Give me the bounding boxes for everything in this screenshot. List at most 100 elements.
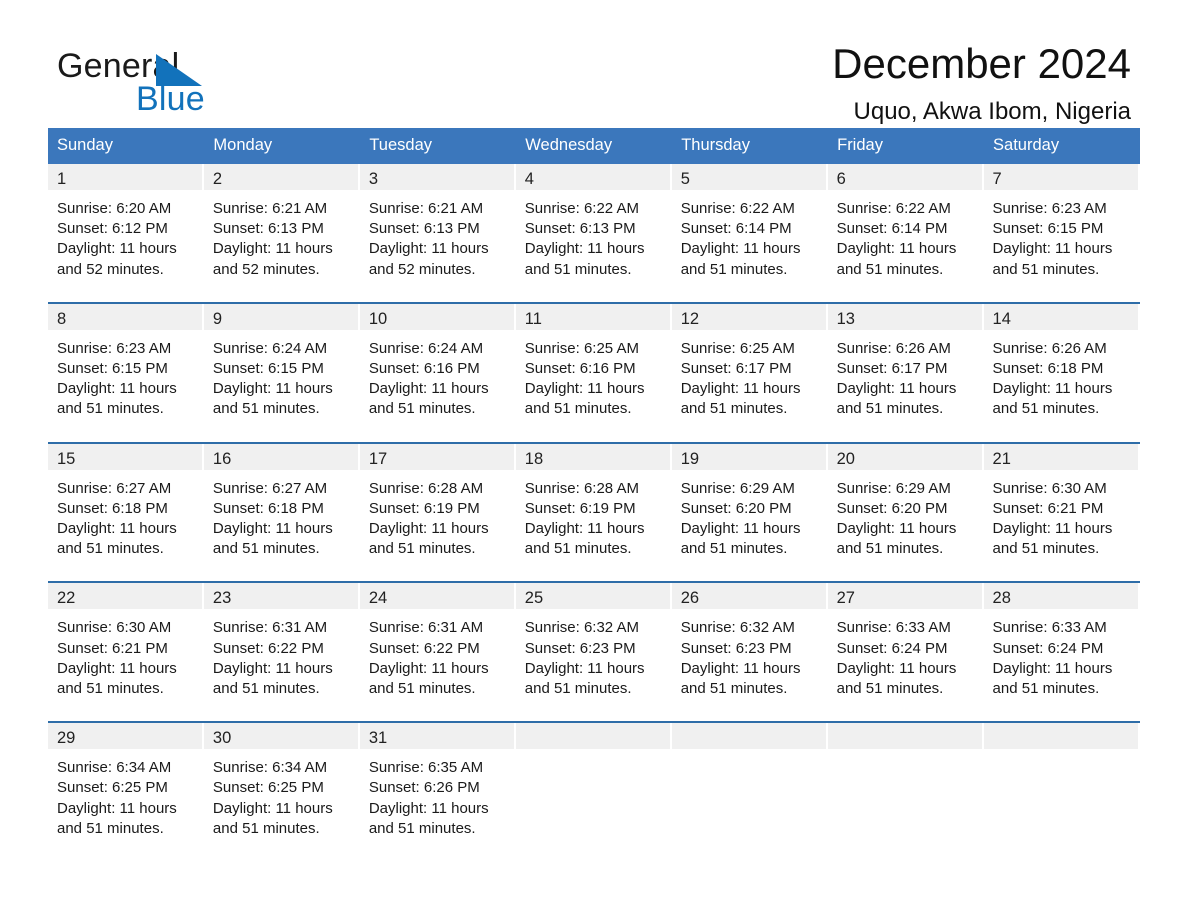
calendar-day-cell[interactable]: 2 Sunrise: 6:21 AM Sunset: 6:13 PM Daylight… xyxy=(203,164,360,286)
sunrise-text: Sunrise: 6:29 AM xyxy=(680,479,795,497)
daylight-text: Daylight: 11 hours and 51 minutes. xyxy=(524,380,645,418)
sunrise-text: Sunrise: 6:30 AM xyxy=(57,619,172,637)
brand-logo[interactable]: General Blue xyxy=(57,47,317,118)
day-number: 31 xyxy=(359,723,516,750)
calendar-day-cell[interactable]: 17 Sunrise: 6:28 AM Sunset: 6:19 PM Dayligh… xyxy=(359,441,516,566)
daylight-text: Daylight: 11 hours and 51 minutes. xyxy=(680,240,801,278)
sunrise-text: Sunrise: 6:31 AM xyxy=(368,619,484,637)
calendar-day-cell[interactable]: 7 Sunrise: 6:23 AM Sunset: 6:15 PM Daylight… xyxy=(983,164,1140,286)
calendar-day-cell[interactable]: 8 Sunrise: 6:23 AM Sunset: 6:15 PM Daylight… xyxy=(48,301,204,426)
sunset-text: Sunset: 6:24 PM xyxy=(836,639,948,657)
calendar-day-cell[interactable]: 30 Sunrise: 6:34 AM Sunset: 6:25 PM Dayligh… xyxy=(203,721,360,846)
daylight-text: Daylight: 11 hours and 51 minutes. xyxy=(680,520,801,558)
calendar-day-cell[interactable]: 13 Sunrise: 6:26 AM Sunset: 6:17 PM Dayligh… xyxy=(827,301,984,426)
week-spacer xyxy=(48,285,1140,303)
calendar-day-cell[interactable]: 9 Sunrise: 6:24 AM Sunset: 6:15 PM Daylight… xyxy=(203,301,360,426)
calendar-day-cell[interactable]: 10 Sunrise: 6:24 AM Sunset: 6:16 PM Dayligh… xyxy=(359,301,516,426)
calendar-day-cell[interactable]: 23 Sunrise: 6:31 AM Sunset: 6:22 PM Dayligh… xyxy=(203,581,360,706)
daylight-text: Daylight: 11 hours and 51 minutes. xyxy=(57,520,177,558)
daylight-text: Daylight: 11 hours and 51 minutes. xyxy=(57,380,177,418)
calendar-day-cell[interactable]: 1 Sunrise: 6:20 AM Sunset: 6:12 PM Daylight… xyxy=(48,164,204,286)
calendar-day-cell[interactable]: 22 Sunrise: 6:30 AM Sunset: 6:21 PM Dayligh… xyxy=(48,581,204,706)
day-details: Sunrise: 6:30 AM Sunset: 6:21 PM Daylight:… xyxy=(984,470,1140,566)
day-number: 3 xyxy=(359,164,516,190)
sunrise-text xyxy=(681,758,818,778)
day-details: Sunrise: 6:26 AM Sunset: 6:17 PM Daylight:… xyxy=(828,330,984,426)
day-number: 16 xyxy=(203,443,360,470)
week-spacer xyxy=(48,565,1140,583)
calendar-day-cell[interactable]: 20 Sunrise: 6:29 AM Sunset: 6:20 PM Dayligh… xyxy=(827,441,984,566)
calendar-day-cell[interactable]: 19 Sunrise: 6:29 AM Sunset: 6:20 PM Dayligh… xyxy=(671,441,828,566)
daylight-text: Daylight: 11 hours and 51 minutes. xyxy=(992,380,1113,418)
sunset-text: Sunset: 6:18 PM xyxy=(212,499,324,517)
day-number: 11 xyxy=(515,303,672,330)
sunset-text: Sunset: 6:21 PM xyxy=(992,499,1104,517)
daylight-text: Daylight: 11 hours and 51 minutes. xyxy=(680,659,801,698)
sunrise-text: Sunrise: 6:33 AM xyxy=(836,619,951,637)
daylight-text: Daylight: 11 hours and 51 minutes. xyxy=(680,380,801,418)
daylight-text: Daylight: 11 hours and 51 minutes. xyxy=(524,520,645,558)
day-number: 2 xyxy=(203,164,360,190)
calendar-day-cell[interactable]: 4 Sunrise: 6:22 AM Sunset: 6:13 PM Daylight… xyxy=(515,164,672,286)
daylight-text xyxy=(993,799,1130,819)
calendar-day-cell[interactable]: 12 Sunrise: 6:25 AM Sunset: 6:17 PM Dayligh… xyxy=(671,301,828,426)
sunrise-text: Sunrise: 6:27 AM xyxy=(212,479,328,497)
day-number: 23 xyxy=(203,583,360,610)
sunset-text: Sunset: 6:12 PM xyxy=(57,220,168,238)
day-details: Sunrise: 6:23 AM Sunset: 6:15 PM Daylight:… xyxy=(984,190,1140,286)
calendar-day-cell[interactable]: 3 Sunrise: 6:21 AM Sunset: 6:13 PM Daylight… xyxy=(359,164,516,286)
day-details: Sunrise: 6:23 AM Sunset: 6:15 PM Daylight:… xyxy=(48,330,204,426)
sunset-text: Sunset: 6:13 PM xyxy=(368,220,480,238)
calendar-day-cell[interactable]: 25 Sunrise: 6:32 AM Sunset: 6:23 PM Dayligh… xyxy=(515,581,672,706)
day-number: 19 xyxy=(671,443,828,470)
sunset-text: Sunset: 6:15 PM xyxy=(992,220,1104,238)
day-number: 4 xyxy=(515,164,672,190)
sunset-text: Sunset: 6:22 PM xyxy=(368,639,480,657)
weekday-header-tuesday: Tuesday xyxy=(359,128,517,164)
calendar-day-cell[interactable]: 21 Sunrise: 6:30 AM Sunset: 6:21 PM Dayligh… xyxy=(983,441,1140,566)
calendar-week-row: 15 Sunrise: 6:27 AM Sunset: 6:18 PM Dayligh… xyxy=(48,441,1140,566)
daylight-text: Daylight: 11 hours and 51 minutes. xyxy=(992,240,1113,278)
day-number: 7 xyxy=(983,164,1140,190)
day-details xyxy=(672,749,828,825)
sunset-text: Sunset: 6:14 PM xyxy=(836,220,948,238)
daylight-text xyxy=(681,799,818,819)
sunrise-text xyxy=(993,758,1130,778)
sunset-text: Sunset: 6:13 PM xyxy=(524,220,636,238)
sunrise-text xyxy=(525,758,662,778)
day-details: Sunrise: 6:35 AM Sunset: 6:26 PM Daylight:… xyxy=(360,749,516,845)
weekday-header-friday: Friday xyxy=(827,128,985,164)
week-spacer-row xyxy=(48,565,1140,583)
calendar-day-cell[interactable]: 26 Sunrise: 6:32 AM Sunset: 6:23 PM Dayligh… xyxy=(671,581,828,706)
calendar-day-cell[interactable]: 16 Sunrise: 6:27 AM Sunset: 6:18 PM Dayligh… xyxy=(203,441,360,566)
weekday-header-monday: Monday xyxy=(203,128,361,164)
sunrise-text: Sunrise: 6:32 AM xyxy=(680,619,795,637)
calendar-day-cell[interactable]: 5 Sunrise: 6:22 AM Sunset: 6:14 PM Daylight… xyxy=(671,164,828,286)
calendar-day-cell[interactable]: 6 Sunrise: 6:22 AM Sunset: 6:14 PM Daylight… xyxy=(827,164,984,286)
day-number: 15 xyxy=(48,443,204,470)
daylight-text: Daylight: 11 hours and 52 minutes. xyxy=(212,240,333,278)
sunrise-text xyxy=(837,758,974,778)
sunrise-text: Sunrise: 6:34 AM xyxy=(57,759,172,777)
sunset-text: Sunset: 6:25 PM xyxy=(212,779,324,797)
calendar-day-cell[interactable]: 28 Sunrise: 6:33 AM Sunset: 6:24 PM Dayligh… xyxy=(983,581,1140,706)
calendar-day-cell[interactable]: 27 Sunrise: 6:33 AM Sunset: 6:24 PM Dayligh… xyxy=(827,581,984,706)
calendar-day-cell[interactable]: 11 Sunrise: 6:25 AM Sunset: 6:16 PM Dayligh… xyxy=(515,301,672,426)
sunset-text xyxy=(525,778,662,798)
weekday-header-saturday: Saturday xyxy=(983,128,1140,164)
day-number: 12 xyxy=(671,303,828,330)
calendar-day-cell[interactable]: 18 Sunrise: 6:28 AM Sunset: 6:19 PM Dayligh… xyxy=(515,441,672,566)
day-number: 6 xyxy=(827,164,984,190)
calendar-day-cell[interactable]: 14 Sunrise: 6:26 AM Sunset: 6:18 PM Dayligh… xyxy=(983,301,1140,426)
daylight-text: Daylight: 11 hours and 51 minutes. xyxy=(368,799,489,837)
sunrise-text: Sunrise: 6:23 AM xyxy=(57,339,172,357)
calendar-day-cell[interactable]: 29 Sunrise: 6:34 AM Sunset: 6:25 PM Dayligh… xyxy=(48,721,204,846)
calendar-day-cell[interactable]: 15 Sunrise: 6:27 AM Sunset: 6:18 PM Dayligh… xyxy=(48,441,204,566)
sunrise-text: Sunrise: 6:23 AM xyxy=(992,200,1107,217)
day-number: 10 xyxy=(359,303,516,330)
calendar-day-cell[interactable]: 31 Sunrise: 6:35 AM Sunset: 6:26 PM Dayligh… xyxy=(359,721,516,846)
sunset-text: Sunset: 6:17 PM xyxy=(836,360,948,378)
sunset-text: Sunset: 6:25 PM xyxy=(57,779,168,797)
calendar-day-cell[interactable]: 24 Sunrise: 6:31 AM Sunset: 6:22 PM Dayligh… xyxy=(359,581,516,706)
sunset-text: Sunset: 6:23 PM xyxy=(680,639,792,657)
